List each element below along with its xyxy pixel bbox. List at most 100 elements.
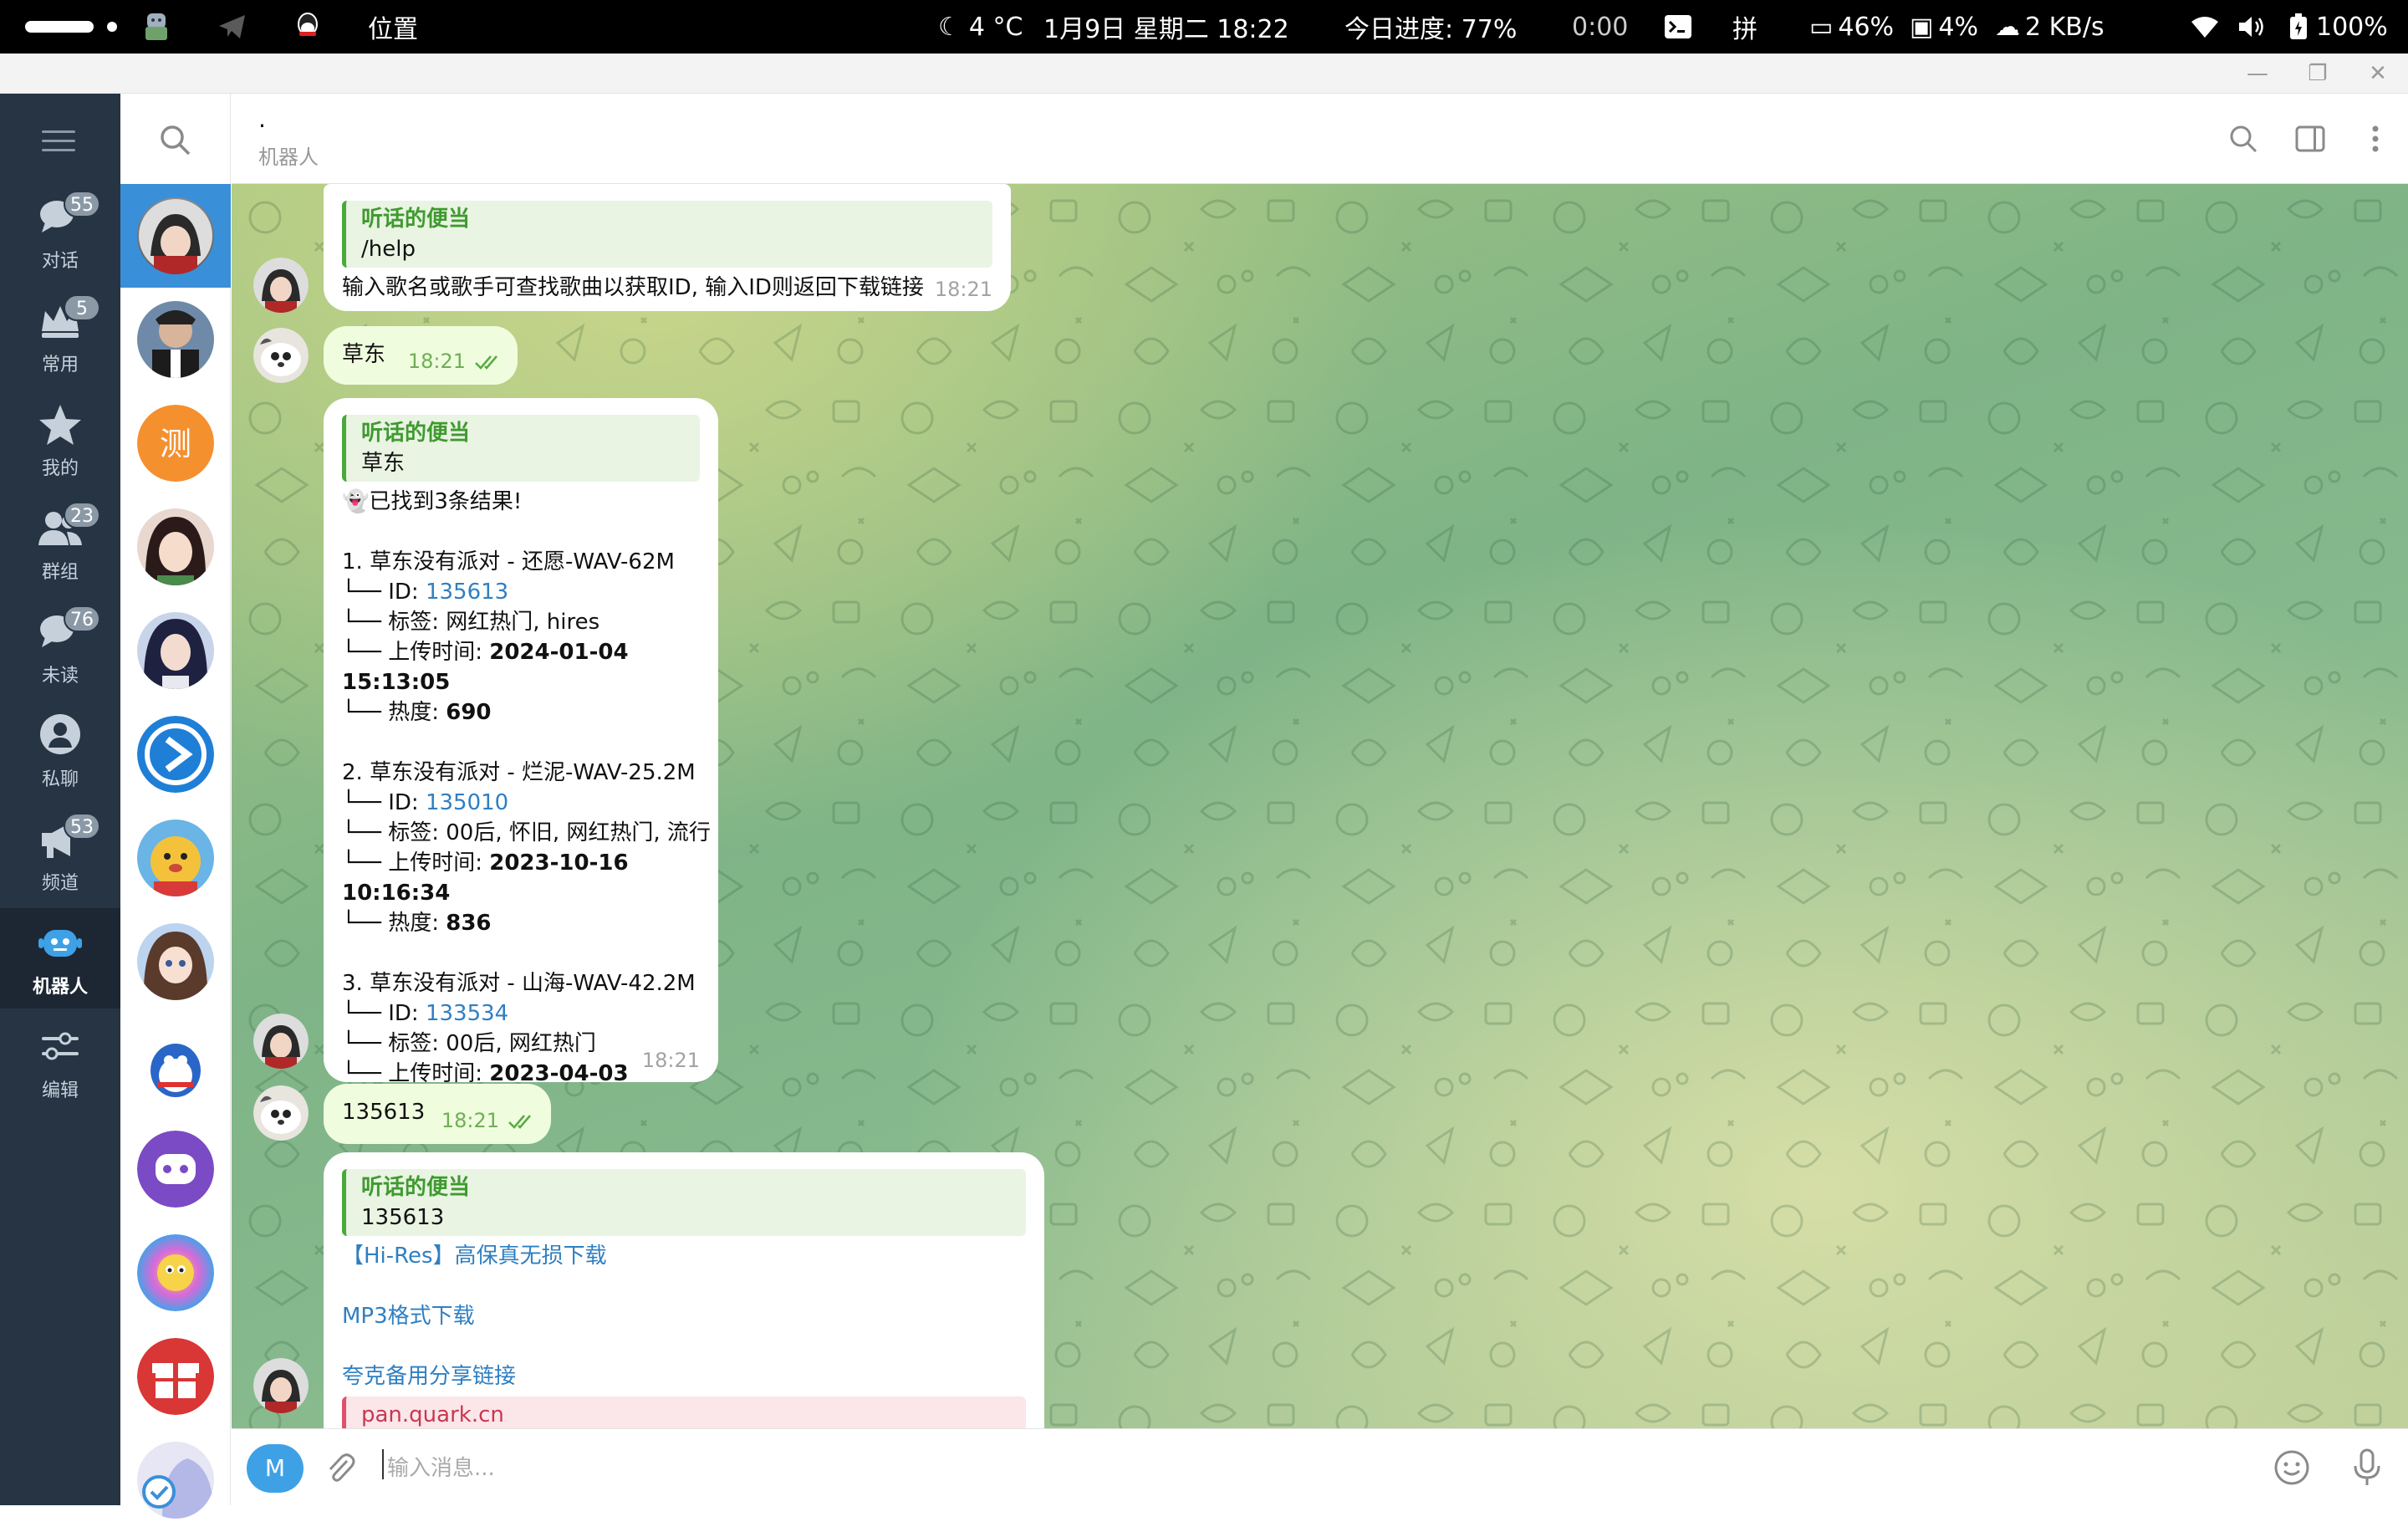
- folder-label: 私聊: [41, 769, 79, 790]
- network-text: 2 KB/s: [2025, 12, 2104, 42]
- reply-quote[interactable]: 听话的便当 草东: [342, 415, 700, 482]
- chat-item[interactable]: [120, 1428, 231, 1532]
- message-area[interactable]: 听话的便当/help 输入歌名或歌手可查找歌曲以获取ID, 输入ID则返回下载链…: [232, 184, 2408, 1428]
- memory-icon: ▣: [1910, 12, 1934, 42]
- cpu-indicator: ▭ 46%: [1809, 0, 1894, 54]
- folder-label: 对话: [41, 251, 79, 272]
- paperclip-icon[interactable]: [324, 1451, 357, 1484]
- chat-item[interactable]: [120, 288, 231, 391]
- message-bubble[interactable]: 听话的便当 草东 👻已找到3条结果! 1. 草东没有派对 - 还愿-WAV-62M…: [324, 398, 718, 1146]
- system-status-bar: 位置 ☾ 4 °C 1月9日 星期二 18:22 今日进度: 77% 0:00 拼…: [0, 0, 2408, 54]
- restore-icon[interactable]: ❐: [2301, 59, 2334, 89]
- terminal-icon[interactable]: [1664, 0, 1692, 54]
- message-bubble[interactable]: 草东 18:21: [324, 326, 518, 385]
- message-time: 18:21: [641, 1049, 700, 1072]
- folder-label: 群组: [41, 562, 79, 583]
- chat-subtitle: 机器人: [258, 146, 319, 169]
- chat-item[interactable]: [120, 1117, 231, 1221]
- reply-quote[interactable]: 听话的便当/help: [342, 201, 992, 268]
- close-icon[interactable]: ✕: [2361, 59, 2395, 89]
- reply-text: /help: [361, 237, 416, 262]
- reply-quote[interactable]: 听话的便当 135613: [342, 1169, 1026, 1236]
- bot-avatar[interactable]: [253, 1014, 309, 1069]
- message-time: 18:21: [441, 1109, 499, 1132]
- volume-icon[interactable]: [2237, 0, 2266, 54]
- chat-item[interactable]: [120, 495, 231, 599]
- chat-item[interactable]: [120, 702, 231, 806]
- folder-unread[interactable]: 76 未读: [0, 597, 120, 697]
- minimize-icon[interactable]: —: [2241, 59, 2274, 89]
- ime-indicator[interactable]: 拼: [1732, 0, 1758, 54]
- message-bubble[interactable]: 135613 18:21: [324, 1084, 551, 1144]
- folder-favorites[interactable]: 5 常用: [0, 286, 120, 386]
- message-status: 18:21: [408, 346, 503, 376]
- message-text: 135613: [342, 1100, 426, 1125]
- bot-avatar[interactable]: [253, 1358, 309, 1413]
- user-avatar[interactable]: [253, 328, 309, 383]
- chat-item[interactable]: [120, 1325, 231, 1428]
- folder-private[interactable]: 私聊: [0, 701, 120, 801]
- message-bubble[interactable]: 听话的便当 135613 【Hi-Res】高保真无损下载 MP3格式下载 夸克备用…: [324, 1152, 1044, 1428]
- message-text: 输入歌名或歌手可查找歌曲以获取ID, 输入ID则返回下载链接: [342, 275, 924, 300]
- result-id-link[interactable]: 135010: [426, 790, 508, 815]
- moon-icon: ☾: [938, 12, 961, 42]
- folder-badge: 55: [64, 191, 100, 217]
- chat-item[interactable]: 测: [120, 391, 231, 495]
- send-as-avatar-button[interactable]: M: [247, 1444, 304, 1493]
- result-id-link[interactable]: 133534: [426, 1001, 508, 1026]
- tray-app-icon[interactable]: [142, 0, 171, 54]
- emoji-icon[interactable]: [2273, 1449, 2310, 1486]
- folder-groups[interactable]: 23 群组: [0, 493, 120, 594]
- window-titlebar: — ❐ ✕: [0, 54, 2408, 94]
- user-avatar[interactable]: [253, 1085, 309, 1141]
- hamburger-menu-icon[interactable]: [42, 130, 75, 154]
- result-id-label: └── ID:: [342, 1001, 426, 1026]
- timer[interactable]: 0:00: [1572, 0, 1628, 54]
- result-tags-label: └── 标签:: [342, 1031, 446, 1056]
- message-input[interactable]: 输入消息...: [387, 1451, 495, 1482]
- weather-text: 4 °C: [968, 12, 1023, 42]
- double-check-icon: [475, 355, 497, 370]
- folder-label: 常用: [41, 355, 79, 375]
- folder-badge: 76: [64, 605, 100, 632]
- search-icon[interactable]: [157, 122, 194, 159]
- result-id-link[interactable]: 135613: [426, 580, 508, 605]
- chat-item[interactable]: [120, 910, 231, 1014]
- chat-item[interactable]: [120, 599, 231, 702]
- hires-download-link[interactable]: 【Hi-Res】高保真无损下载: [342, 1241, 1026, 1271]
- avatar: [137, 1234, 214, 1311]
- chat-title[interactable]: .: [258, 105, 266, 133]
- clock[interactable]: 1月9日 星期二 18:22: [1043, 0, 1289, 54]
- chat-item[interactable]: [120, 1221, 231, 1325]
- telegram-tray-icon[interactable]: [217, 0, 247, 54]
- location-label[interactable]: 位置: [368, 0, 418, 54]
- message-bubble[interactable]: 听话的便当/help 输入歌名或歌手可查找歌曲以获取ID, 输入ID则返回下载链…: [324, 184, 1011, 311]
- activities-indicator[interactable]: [25, 0, 117, 54]
- wifi-icon[interactable]: [2191, 0, 2219, 54]
- weather-indicator[interactable]: ☾ 4 °C: [938, 0, 1023, 54]
- more-options-icon[interactable]: [2359, 122, 2392, 156]
- link-preview-quote[interactable]: pan.quark.cn: [342, 1397, 1026, 1428]
- folder-all-chats[interactable]: 55 对话: [0, 182, 120, 283]
- mp3-download-link[interactable]: MP3格式下载: [342, 1301, 1026, 1331]
- reply-author: 听话的便当: [361, 1175, 471, 1200]
- folder-mine[interactable]: 我的: [0, 390, 120, 490]
- folder-bots[interactable]: 机器人: [0, 908, 120, 1009]
- folder-edit[interactable]: 编辑: [0, 1012, 120, 1112]
- result-heat: 690: [446, 700, 492, 725]
- battery-indicator[interactable]: 100%: [2289, 0, 2388, 54]
- search-icon[interactable]: [2227, 122, 2260, 156]
- sidebar-toggle-icon[interactable]: [2293, 122, 2327, 156]
- result-tags: 00后, 网红热门: [446, 1031, 596, 1056]
- chat-item[interactable]: [120, 806, 231, 910]
- chat-item[interactable]: [120, 1014, 231, 1117]
- qq-tray-icon[interactable]: [294, 0, 321, 54]
- folder-rail: 55 对话 5 常用 我的 23 群组 76 未读 私聊 53 频道 机器人 编…: [0, 94, 120, 1505]
- chat-item[interactable]: [120, 184, 231, 288]
- folder-channels[interactable]: 53 频道: [0, 804, 120, 905]
- result-upload-label: └── 上传时间:: [342, 640, 490, 665]
- quark-share-link[interactable]: 夸克备用分享链接: [342, 1361, 1026, 1392]
- star-icon: [39, 405, 81, 445]
- bot-avatar[interactable]: [253, 258, 309, 313]
- microphone-icon[interactable]: [2350, 1448, 2384, 1488]
